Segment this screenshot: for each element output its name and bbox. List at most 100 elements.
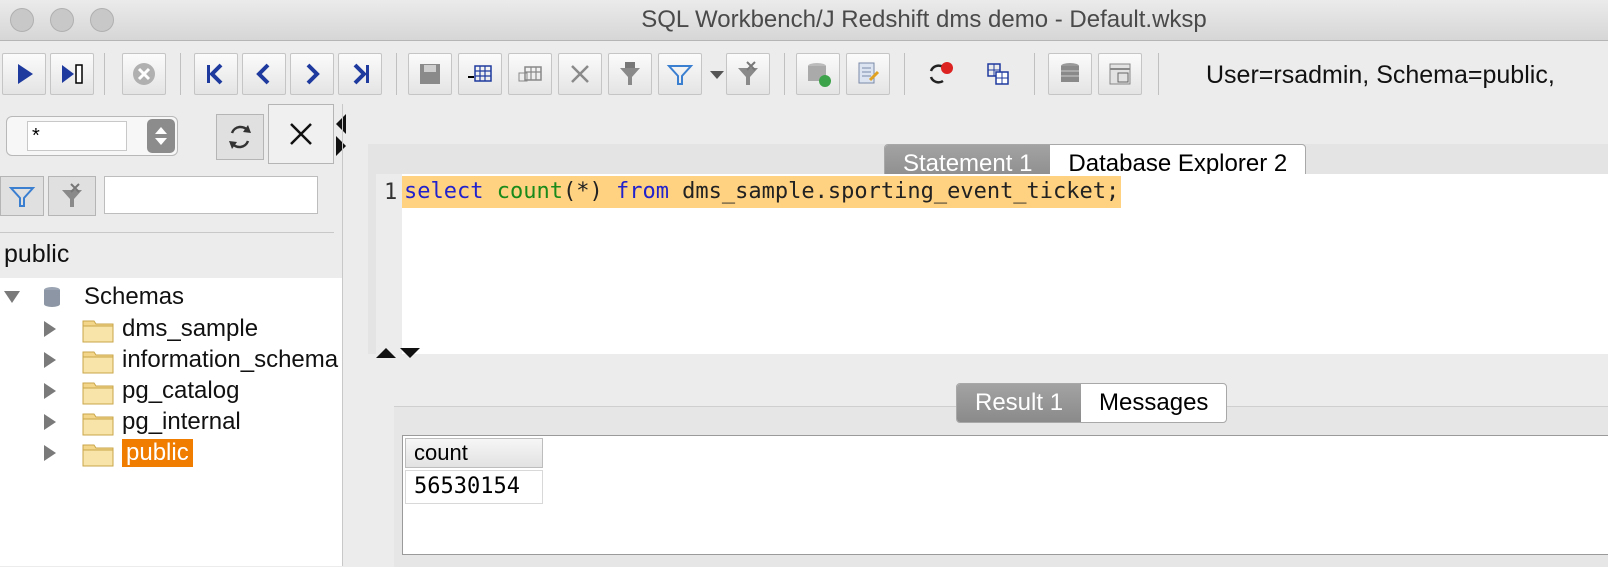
sql-token: (*)	[562, 179, 616, 204]
filter-funnel-button[interactable]	[608, 53, 652, 95]
object-filter-combo[interactable]: *	[6, 116, 178, 156]
expanded-arrow-icon[interactable]	[4, 291, 20, 303]
folder-icon	[82, 410, 114, 436]
filter-dropdown-arrow[interactable]	[710, 71, 724, 79]
splitter-left-arrow[interactable]	[336, 114, 346, 134]
next-record-button[interactable]	[290, 53, 334, 95]
line-number: 1	[384, 180, 398, 205]
db-explorer-button[interactable]	[1098, 53, 1142, 95]
tab-messages[interactable]: Messages	[1081, 384, 1226, 422]
tab-result-1[interactable]: Result 1	[957, 384, 1082, 422]
tree-node-schemas[interactable]: Schemas	[4, 282, 184, 312]
collapsed-arrow-icon[interactable]	[44, 352, 56, 368]
result-cell[interactable]: 56530154	[405, 470, 543, 504]
save-button[interactable]	[408, 53, 452, 95]
connection-info-button[interactable]	[918, 53, 962, 95]
execute-icon	[18, 64, 33, 84]
result-grid[interactable]: count 56530154	[402, 435, 1608, 555]
last-record-button[interactable]	[338, 53, 382, 95]
tree-filter-input[interactable]	[104, 176, 318, 214]
previous-record-button[interactable]	[242, 53, 286, 95]
first-record-button[interactable]	[194, 53, 238, 95]
folder-icon	[82, 441, 114, 467]
collapsed-arrow-icon[interactable]	[44, 414, 56, 430]
toolbar: User=rsadmin, Schema=public,	[0, 41, 1608, 103]
insert-row-button[interactable]	[458, 53, 502, 95]
sql-token: from	[615, 179, 669, 204]
remove-filter-button[interactable]	[726, 53, 770, 95]
rollback-button[interactable]	[846, 53, 890, 95]
split-down-arrow[interactable]	[400, 348, 420, 358]
close-icon	[290, 123, 312, 145]
filter-funnel-icon	[620, 62, 640, 85]
split-up-arrow[interactable]	[376, 348, 396, 358]
db-explorer-icon	[1109, 63, 1131, 85]
sql-token: select	[404, 179, 484, 204]
sql-token: count	[496, 179, 563, 204]
copy-row-button[interactable]	[508, 53, 552, 95]
remove-filter-icon	[738, 61, 758, 85]
folder-icon	[82, 348, 114, 374]
database-button[interactable]	[1048, 53, 1092, 95]
show-tables-icon	[987, 63, 1009, 85]
tree-node-information-schema[interactable]: information_schema	[44, 345, 338, 375]
database-icon	[44, 287, 60, 307]
delete-row-button[interactable]	[558, 53, 602, 95]
sql-statement[interactable]: select count(*) from dms_sample.sporting…	[402, 176, 1122, 208]
collapsed-arrow-icon[interactable]	[44, 321, 56, 337]
divider	[0, 232, 334, 233]
schema-label: public	[4, 240, 70, 268]
commit-icon	[808, 63, 831, 87]
result-panel: Result 1 Messages count 56530154	[394, 383, 1608, 567]
show-tables-button[interactable]	[976, 53, 1020, 95]
execute-button[interactable]	[2, 53, 46, 95]
tree-remove-filter-button[interactable]	[48, 176, 96, 216]
first-record-icon	[207, 63, 223, 85]
main-panel: Statement 1 Database Explorer 2 1 select…	[368, 140, 1608, 567]
collapsed-arrow-icon[interactable]	[44, 445, 56, 461]
vertical-divider	[342, 104, 343, 566]
collapsed-arrow-icon[interactable]	[44, 383, 56, 399]
tree-node-label: public	[122, 439, 193, 467]
tree-node-label: pg_internal	[122, 408, 241, 435]
connection-status: User=rsadmin, Schema=public,	[1206, 61, 1555, 89]
tree-node-dms-sample[interactable]: dms_sample	[44, 314, 258, 344]
tree-node-label: dms_sample	[122, 315, 259, 342]
stop-icon	[133, 63, 155, 85]
execute-current-button[interactable]	[50, 53, 94, 95]
close-explorer-button[interactable]	[268, 104, 334, 164]
filter-icon	[8, 187, 36, 207]
filter-button[interactable]	[658, 53, 702, 95]
remove-filter-icon	[62, 183, 82, 207]
last-record-icon	[353, 63, 369, 85]
splitter-right-arrow[interactable]	[336, 136, 346, 156]
filter-icon	[666, 65, 694, 85]
stop-button[interactable]	[122, 53, 166, 95]
column-header-count[interactable]: count	[405, 438, 543, 468]
tree-filter-button[interactable]	[0, 176, 44, 216]
tree-node-public[interactable]: public	[44, 438, 193, 468]
save-icon	[420, 64, 440, 84]
db-explorer-panel: * public Schemas dms_sample information_s…	[0, 104, 346, 566]
result-tabs: Result 1 Messages	[956, 383, 1228, 423]
tree-node-label: Schemas	[84, 283, 185, 310]
folder-icon	[82, 317, 114, 343]
line-gutter: 1	[376, 174, 402, 354]
next-record-icon	[306, 63, 320, 85]
object-filter-spinner[interactable]	[147, 119, 175, 153]
execute-current-icon	[62, 64, 83, 84]
tree-node-pg-internal[interactable]: pg_internal	[44, 407, 241, 437]
tree-node-label: pg_catalog	[122, 377, 240, 404]
refresh-icon	[229, 125, 251, 149]
delete-row-icon	[571, 65, 589, 83]
database-icon	[1061, 63, 1079, 82]
commit-button[interactable]	[796, 53, 840, 95]
tree-node-pg-catalog[interactable]: pg_catalog	[44, 376, 239, 406]
refresh-button[interactable]	[216, 114, 264, 160]
sql-token: dms_sample.sporting_event_ticket;	[668, 179, 1120, 204]
copy-row-icon	[518, 66, 542, 82]
sql-editor[interactable]: 1 select count(*) from dms_sample.sporti…	[376, 174, 1608, 354]
connection-info-icon	[929, 62, 953, 84]
object-filter-input[interactable]: *	[27, 121, 127, 151]
